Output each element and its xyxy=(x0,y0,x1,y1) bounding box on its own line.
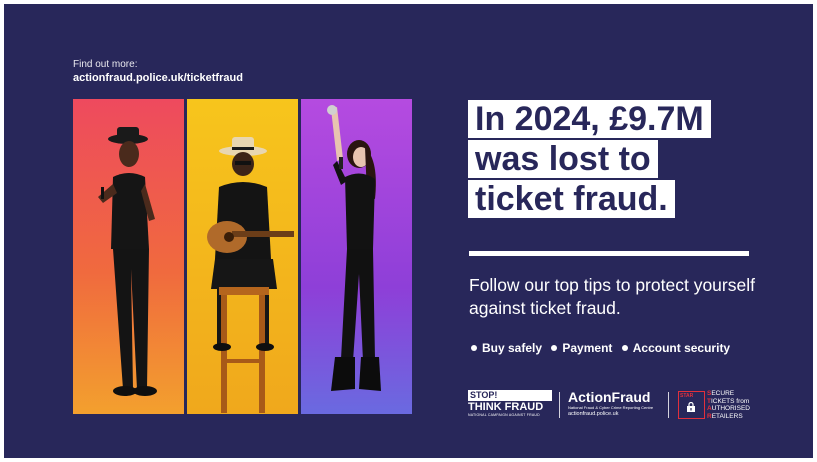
tip-item: Buy safely xyxy=(471,341,542,355)
star-text: SECURE TICKETS from AUTHORISED RETAILERS xyxy=(707,390,750,420)
action-fraud-logo: ActionFraud National Fraud & Cyber Crime… xyxy=(568,390,660,418)
tip-payment: Payment xyxy=(562,341,613,355)
star-line: AUTHORISED xyxy=(707,405,750,413)
star-badge: STAR xyxy=(678,391,705,419)
star-line: SECURE xyxy=(707,390,750,398)
star-rest: UTHORISED xyxy=(711,405,750,412)
star-badge-label: STAR xyxy=(680,393,694,399)
star-rest: ICKETS from xyxy=(710,397,750,405)
bullet-icon xyxy=(551,344,558,351)
star-line: RETAILERS xyxy=(707,413,750,421)
tip-buy-safely: Buy safely xyxy=(482,341,543,355)
headline: In 2024, £9.7M was lost to ticket fraud. xyxy=(468,100,711,220)
star-rest: ECURE xyxy=(711,390,735,397)
find-out-url[interactable]: actionfraud.police.uk/ticketfraud xyxy=(73,72,243,84)
bullet-icon xyxy=(621,344,628,351)
bullet-icon xyxy=(471,344,477,351)
singer-figure xyxy=(98,127,157,396)
action-fraud-name: ActionFraud xyxy=(568,389,651,405)
star-line: TICKETS from xyxy=(707,398,750,406)
stop-text: STOP! xyxy=(468,390,552,400)
find-out-more: Find out more: actionfraud.police.uk/tic… xyxy=(73,59,243,84)
photo-singer-panel xyxy=(73,99,184,414)
lock-icon xyxy=(687,402,695,412)
tip-account-security: Account security xyxy=(632,341,731,355)
think-fraud-text: THINK FRAUD xyxy=(468,400,552,413)
headline-line-2: was lost to xyxy=(468,140,658,178)
star-rest: ETAILERS xyxy=(711,412,743,420)
logo-separator xyxy=(668,392,669,418)
ticket-fraud-banner: Find out more: actionfraud.police.uk/tic… xyxy=(4,4,813,458)
headline-line-1: In 2024, £9.7M xyxy=(468,100,711,138)
stop-caption: NATIONAL CAMPAIGN AGAINST FRAUD xyxy=(468,413,540,417)
stop-think-fraud-logo: STOP! THINK FRAUD NATIONAL CAMPAIGN AGAI… xyxy=(468,390,552,418)
photo-leather-singer-panel xyxy=(301,99,412,414)
divider xyxy=(469,251,749,256)
tip-item: Payment xyxy=(551,341,612,355)
subtext: Follow our top tips to protect yourself … xyxy=(469,275,755,318)
logo-separator xyxy=(559,392,560,418)
leather-singer-figure xyxy=(327,105,381,391)
tips-list: Buy safely Payment Account security xyxy=(471,341,736,355)
guitarist-figure xyxy=(207,137,294,413)
tip-item: Account security xyxy=(621,341,731,355)
photo-guitarist-panel xyxy=(187,99,298,414)
headline-line-3: ticket fraud. xyxy=(468,180,675,218)
find-out-label: Find out more: xyxy=(73,59,138,70)
action-fraud-url: actionfraud.police.uk xyxy=(568,411,619,417)
